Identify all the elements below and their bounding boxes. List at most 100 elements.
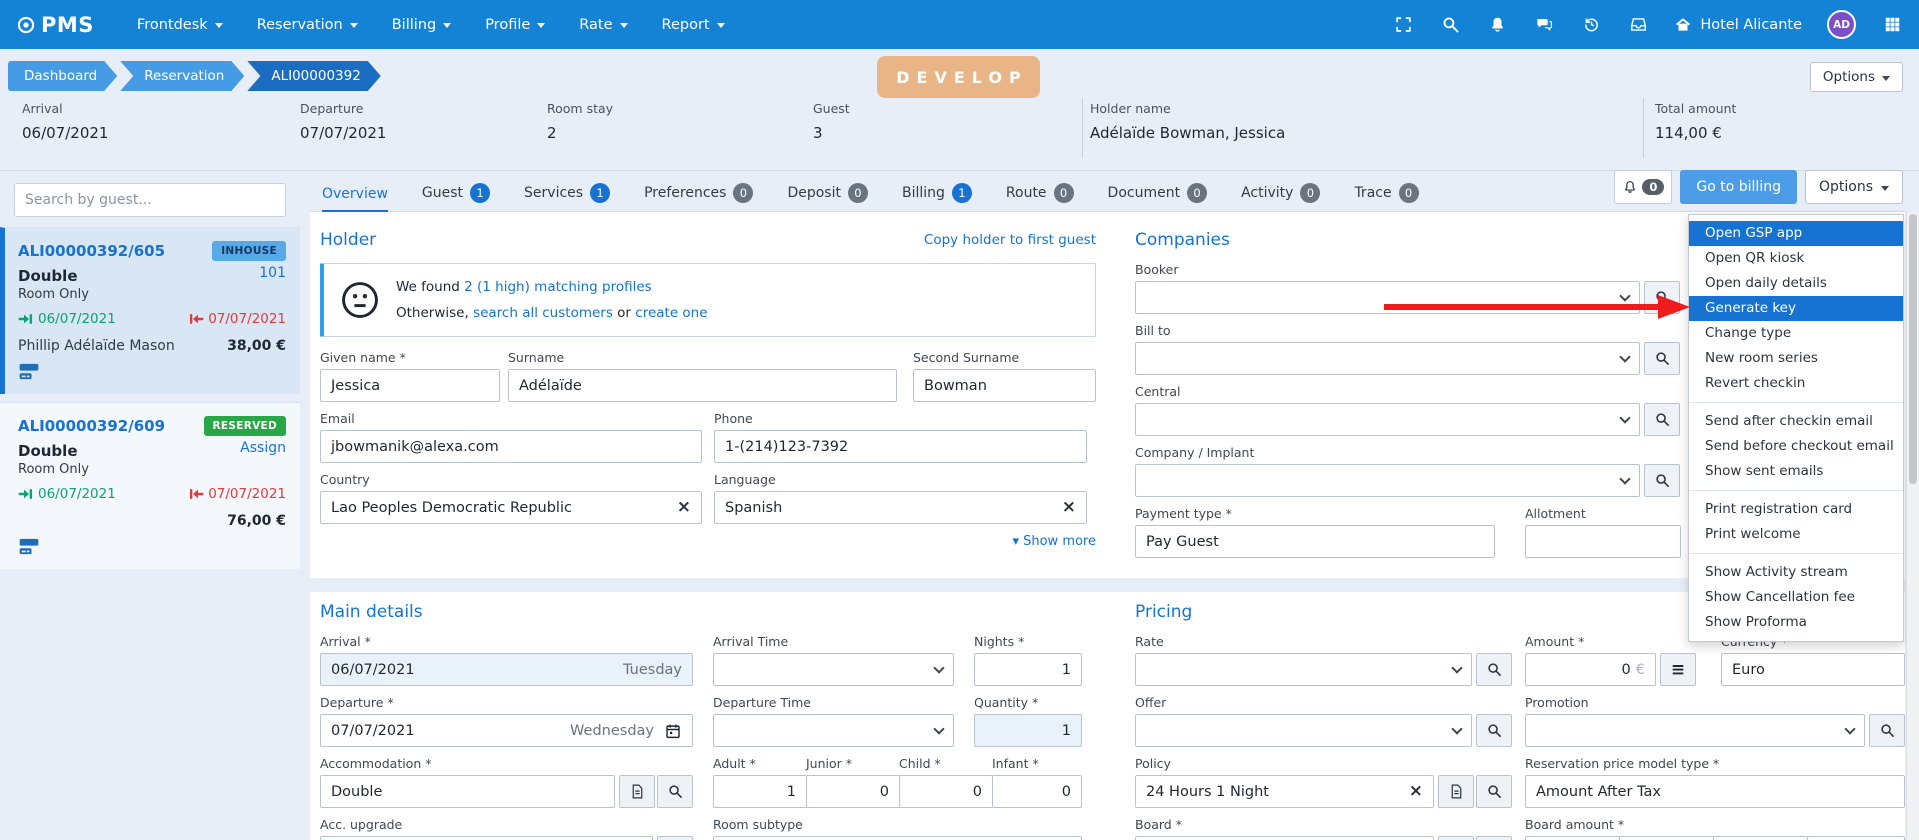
breadcrumb-reservation[interactable]: Reservation xyxy=(120,61,244,91)
assign-room-link[interactable]: Assign xyxy=(240,440,286,456)
tab-services[interactable]: Services1 xyxy=(524,183,610,211)
country-field[interactable]: Lao Peoples Democratic Republic× xyxy=(320,491,702,524)
price-model-type-field[interactable]: Amount After Tax xyxy=(1525,775,1905,808)
tab-billing[interactable]: Billing1 xyxy=(902,183,972,211)
apps-grid-icon[interactable] xyxy=(1881,14,1903,36)
calendar-icon[interactable] xyxy=(664,722,682,740)
currency-field[interactable]: Euro xyxy=(1721,653,1905,686)
allotment-field[interactable] xyxy=(1525,525,1681,558)
bill-to-select[interactable] xyxy=(1135,342,1640,375)
clear-language-icon[interactable]: × xyxy=(1062,499,1076,516)
menu-profile[interactable]: Profile xyxy=(468,0,562,49)
policy-details-button[interactable] xyxy=(1438,775,1474,808)
menu-item-show-sent-emails[interactable]: Show sent emails xyxy=(1689,459,1903,484)
inbox-icon[interactable] xyxy=(1627,14,1649,36)
menu-item-open-daily-details[interactable]: Open daily details xyxy=(1689,271,1903,296)
breadcrumb-dashboard[interactable]: Dashboard xyxy=(8,61,117,91)
language-field[interactable]: Spanish× xyxy=(714,491,1087,524)
accommodation-search-button[interactable] xyxy=(657,775,693,808)
search-all-customers-link[interactable]: search all customers xyxy=(473,305,613,321)
folio-icon[interactable] xyxy=(18,538,40,555)
surname-field[interactable]: Adélaïde xyxy=(508,369,897,402)
email-field[interactable]: jbowmanik@alexa.com xyxy=(320,430,702,463)
rate-search-button[interactable] xyxy=(1476,653,1512,686)
phone-field[interactable]: 1-(214)123-7392 xyxy=(714,430,1087,463)
promotion-select[interactable] xyxy=(1525,714,1865,747)
tab-preferences[interactable]: Preferences0 xyxy=(644,183,753,211)
tab-route[interactable]: Route0 xyxy=(1006,183,1074,211)
search-icon[interactable] xyxy=(1439,14,1461,36)
reservation-id-link[interactable]: ALI00000392/609 xyxy=(18,417,165,435)
board-amount-field[interactable]: 0€ xyxy=(1619,836,1714,840)
tab-guest[interactable]: Guest1 xyxy=(422,183,490,211)
arrival-time-select[interactable] xyxy=(713,653,954,686)
central-search-button[interactable] xyxy=(1644,403,1680,436)
given-name-field[interactable]: Jessica xyxy=(320,369,500,402)
second-surname-field[interactable]: Bowman xyxy=(913,369,1096,402)
departure-time-select[interactable] xyxy=(713,714,954,747)
menu-item-show-activity-stream[interactable]: Show Activity stream xyxy=(1689,560,1903,585)
history-icon[interactable] xyxy=(1580,14,1602,36)
menu-item-revert-checkin[interactable]: Revert checkin xyxy=(1689,371,1903,396)
menu-billing[interactable]: Billing xyxy=(375,0,468,49)
accommodation-details-button[interactable] xyxy=(619,775,655,808)
copy-holder-link[interactable]: Copy holder to first guest xyxy=(924,232,1096,248)
offer-select[interactable] xyxy=(1135,714,1472,747)
offer-search-button[interactable] xyxy=(1476,714,1512,747)
menu-item-new-room-series[interactable]: New room series xyxy=(1689,346,1903,371)
payment-type-field[interactable]: Pay Guest xyxy=(1135,525,1495,558)
junior-field[interactable]: 0 xyxy=(806,775,900,808)
folio-icon[interactable] xyxy=(18,363,40,380)
amount-breakdown-button[interactable]: ≡ xyxy=(1660,653,1696,686)
clear-country-icon[interactable]: × xyxy=(677,499,691,516)
clear-policy-icon[interactable]: × xyxy=(1409,783,1423,800)
bill-to-search-button[interactable] xyxy=(1644,342,1680,375)
menu-frontdesk[interactable]: Frontdesk xyxy=(120,0,240,49)
board-details-button[interactable] xyxy=(1438,836,1474,840)
go-to-billing-button[interactable]: Go to billing xyxy=(1680,170,1797,204)
fullscreen-icon[interactable] xyxy=(1392,14,1414,36)
tab-document[interactable]: Document0 xyxy=(1108,183,1208,211)
menu-item-print-welcome[interactable]: Print welcome xyxy=(1689,522,1903,547)
tab-deposit[interactable]: Deposit0 xyxy=(787,183,868,211)
quantity-field[interactable]: 1 xyxy=(974,714,1082,747)
room-number-link[interactable]: 101 xyxy=(259,265,286,281)
menu-item-open-gsp-app[interactable]: Open GSP app xyxy=(1689,221,1903,246)
accommodation-field[interactable]: Double xyxy=(320,775,615,808)
room-card-609[interactable]: ALI00000392/609 RESERVED Double Assign R… xyxy=(0,402,300,569)
departure-date-field[interactable]: 07/07/2021Wednesday xyxy=(320,714,693,747)
create-one-link[interactable]: create one xyxy=(635,305,707,321)
company-implant-select[interactable] xyxy=(1135,464,1640,497)
arrival-date-field[interactable]: 06/07/2021Tuesday xyxy=(320,653,693,686)
reservation-id-link[interactable]: ALI00000392/605 xyxy=(18,242,165,260)
policy-search-button[interactable] xyxy=(1476,775,1512,808)
acc-upgrade-search-button[interactable] xyxy=(657,836,693,840)
policy-field[interactable]: 24 Hours 1 Night× xyxy=(1135,775,1434,808)
central-select[interactable] xyxy=(1135,403,1640,436)
nights-field[interactable]: 1 xyxy=(974,653,1082,686)
scrollbar-thumb[interactable] xyxy=(1909,214,1917,484)
menu-reservation[interactable]: Reservation xyxy=(240,0,375,49)
header-options-button[interactable]: Options xyxy=(1810,62,1903,92)
matching-profiles-link[interactable]: 2 (1 high) matching profiles xyxy=(464,279,652,295)
tab-activity[interactable]: Activity0 xyxy=(1241,183,1320,211)
breadcrumb-reservation-id[interactable]: ALI00000392 xyxy=(247,61,380,91)
menu-item-show-proforma[interactable]: Show Proforma xyxy=(1689,610,1903,635)
board-search-button[interactable] xyxy=(1476,836,1512,840)
options-dropdown-button[interactable]: Options xyxy=(1805,170,1903,204)
board-amount-field[interactable]: 0€ xyxy=(1713,836,1808,840)
promotion-search-button[interactable] xyxy=(1869,714,1905,747)
app-logo[interactable]: PMS xyxy=(16,13,94,37)
board-amount-field[interactable]: 0€ xyxy=(1807,836,1905,840)
amount-field[interactable]: 0€ xyxy=(1525,653,1656,686)
show-more-link[interactable]: ▾ Show more xyxy=(320,534,1096,549)
menu-item-generate-key[interactable]: Generate key xyxy=(1689,296,1903,321)
infant-field[interactable]: 0 xyxy=(992,775,1082,808)
guest-search-input[interactable] xyxy=(14,183,286,217)
adult-field[interactable]: 1 xyxy=(713,775,807,808)
menu-item-send-after-checkin-email[interactable]: Send after checkin email xyxy=(1689,409,1903,434)
board-amount-field[interactable]: 0€ xyxy=(1525,836,1620,840)
company-search-button[interactable] xyxy=(1644,464,1680,497)
menu-item-show-cancellation-fee[interactable]: Show Cancellation fee xyxy=(1689,585,1903,610)
menu-item-open-qr-kiosk[interactable]: Open QR kiosk xyxy=(1689,246,1903,271)
